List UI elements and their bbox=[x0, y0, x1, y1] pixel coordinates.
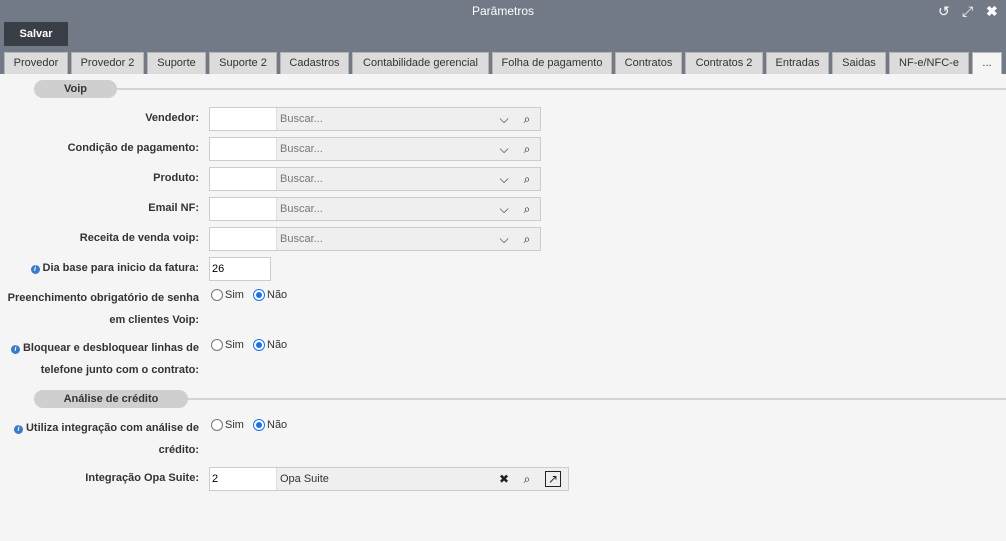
bloquear-radio-sim[interactable]: Sim bbox=[211, 339, 244, 351]
vendedor-code-input[interactable] bbox=[210, 108, 277, 130]
section-header-credit: Análise de crédito bbox=[34, 390, 188, 408]
senha-radio-nao[interactable]: Não bbox=[253, 289, 287, 301]
close-icon[interactable]: ✖ bbox=[986, 3, 998, 19]
chevron-down-icon[interactable]: ⌵ bbox=[496, 171, 512, 187]
opa-suite-desc: Opa Suite bbox=[280, 473, 329, 485]
tab-contratos-2[interactable]: Contratos 2 bbox=[685, 52, 763, 74]
integracao-credito-label-line2: crédito: bbox=[158, 444, 199, 456]
maximize-icon[interactable]: ⤢ bbox=[962, 3, 973, 19]
receita-label: Receita de venda voip: bbox=[79, 232, 199, 244]
chevron-down-icon[interactable]: ⌵ bbox=[496, 201, 512, 217]
tab-provedor[interactable]: Provedor bbox=[4, 52, 68, 74]
opa-suite-label: Integração Opa Suite: bbox=[85, 472, 199, 484]
tab-entradas[interactable]: Entradas bbox=[766, 52, 829, 74]
opa-suite-lookup: Opa Suite ✖ ⌕ ↗ bbox=[209, 467, 569, 491]
integracao-credito-radio-sim[interactable]: Sim bbox=[211, 419, 244, 431]
chevron-down-icon[interactable]: ⌵ bbox=[496, 141, 512, 157]
radio-checked-icon bbox=[253, 339, 265, 351]
tab-provedor-2[interactable]: Provedor 2 bbox=[71, 52, 144, 74]
receita-code-input[interactable] bbox=[210, 228, 277, 250]
chevron-down-icon[interactable]: ⌵ bbox=[496, 231, 512, 247]
email-nf-code-input[interactable] bbox=[210, 198, 277, 220]
vendedor-placeholder: Buscar... bbox=[280, 113, 323, 125]
senha-radio-sim[interactable]: Sim bbox=[211, 289, 244, 301]
tab-saidas[interactable]: Saidas bbox=[832, 52, 886, 74]
tab-cadastros[interactable]: Cadastros bbox=[280, 52, 349, 74]
integracao-credito-radio-nao[interactable]: Não bbox=[253, 419, 287, 431]
dia-base-label: Dia base para inicio da fatura: bbox=[42, 262, 200, 274]
tab-more[interactable]: ... bbox=[972, 52, 1002, 74]
condicao-code-input[interactable] bbox=[210, 138, 277, 160]
search-icon[interactable]: ⌕ bbox=[519, 471, 535, 487]
window-titlebar: Parâmetros ↺ ⤢ ✖ bbox=[0, 0, 1006, 22]
tab-bar: Provedor Provedor 2 Suporte Suporte 2 Ca… bbox=[0, 48, 1006, 74]
toolbar: Salvar bbox=[0, 22, 1006, 48]
opa-suite-code-input[interactable] bbox=[210, 468, 277, 490]
email-nf-placeholder: Buscar... bbox=[280, 203, 323, 215]
search-icon[interactable]: ⌕ bbox=[519, 201, 535, 217]
search-icon[interactable]: ⌕ bbox=[519, 141, 535, 157]
produto-code-input[interactable] bbox=[210, 168, 277, 190]
info-icon[interactable]: i bbox=[30, 265, 40, 274]
tab-contratos[interactable]: Contratos bbox=[615, 52, 682, 74]
radio-checked-icon bbox=[253, 289, 265, 301]
receita-lookup: Buscar... ⌵ ⌕ bbox=[209, 227, 541, 251]
info-icon[interactable]: i bbox=[13, 425, 23, 434]
email-nf-label: Email NF: bbox=[148, 202, 199, 214]
bloquear-label-line2: telefone junto com o contrato: bbox=[40, 364, 199, 376]
produto-lookup: Buscar... ⌵ ⌕ bbox=[209, 167, 541, 191]
search-icon[interactable]: ⌕ bbox=[519, 171, 535, 187]
tab-nfe-nfce[interactable]: NF-e/NFC-e bbox=[889, 52, 969, 74]
search-icon[interactable]: ⌕ bbox=[519, 231, 535, 247]
window-title: Parâmetros bbox=[471, 4, 535, 18]
section-header-voip: Voip bbox=[34, 80, 117, 98]
radio-unchecked-icon bbox=[211, 289, 223, 301]
senha-label-line1: Preenchimento obrigatório de senha bbox=[7, 292, 199, 304]
bloquear-label-line1: Bloquear e desbloquear linhas de bbox=[22, 342, 199, 354]
integracao-credito-label-line1: Utiliza integração com análise de bbox=[25, 422, 199, 434]
close-icon[interactable]: ✖ bbox=[496, 471, 512, 487]
produto-placeholder: Buscar... bbox=[280, 173, 323, 185]
condicao-label: Condição de pagamento: bbox=[67, 142, 199, 154]
dia-base-label-row: i Dia base para inicio da fatura: bbox=[0, 262, 199, 274]
produto-label: Produto: bbox=[153, 172, 199, 184]
tab-folha-de-pagamento[interactable]: Folha de pagamento bbox=[492, 52, 612, 74]
receita-placeholder: Buscar... bbox=[280, 233, 323, 245]
condicao-lookup: Buscar... ⌵ ⌕ bbox=[209, 137, 541, 161]
radio-unchecked-icon bbox=[211, 419, 223, 431]
save-button[interactable]: Salvar bbox=[4, 22, 68, 46]
tab-suporte[interactable]: Suporte bbox=[147, 52, 206, 74]
tab-suporte-2[interactable]: Suporte 2 bbox=[209, 52, 277, 74]
integracao-credito-label-line1-row: i Utiliza integração com análise de bbox=[0, 422, 199, 434]
search-icon[interactable]: ⌕ bbox=[519, 111, 535, 127]
radio-checked-icon bbox=[253, 419, 265, 431]
vendedor-lookup: Buscar... ⌵ ⌕ bbox=[209, 107, 541, 131]
section-divider-voip bbox=[34, 88, 1006, 90]
vendedor-label: Vendedor: bbox=[145, 112, 199, 124]
radio-unchecked-icon bbox=[211, 339, 223, 351]
external-link-icon[interactable]: ↗ bbox=[545, 471, 561, 487]
info-icon[interactable]: i bbox=[10, 345, 20, 354]
history-icon[interactable]: ↺ bbox=[938, 3, 950, 19]
bloquear-label-line1-row: i Bloquear e desbloquear linhas de bbox=[0, 342, 199, 354]
chevron-down-icon[interactable]: ⌵ bbox=[496, 111, 512, 127]
bloquear-radio-nao[interactable]: Não bbox=[253, 339, 287, 351]
senha-label-line2: em clientes Voip: bbox=[109, 314, 199, 326]
email-nf-lookup: Buscar... ⌵ ⌕ bbox=[209, 197, 541, 221]
dia-base-input[interactable] bbox=[209, 257, 271, 281]
condicao-placeholder: Buscar... bbox=[280, 143, 323, 155]
tab-contabilidade-gerencial[interactable]: Contabilidade gerencial bbox=[352, 52, 489, 74]
